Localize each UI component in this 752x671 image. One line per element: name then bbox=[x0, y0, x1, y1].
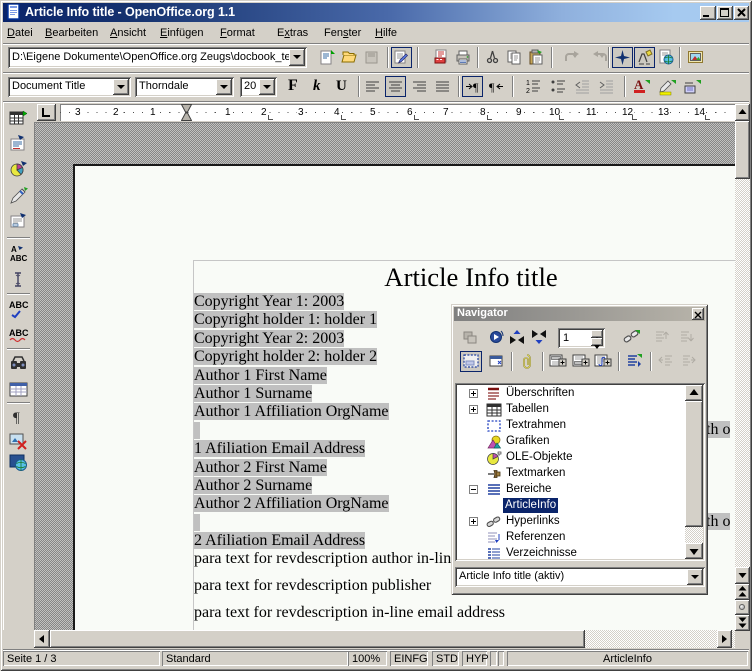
svg-text:ABC: ABC bbox=[10, 254, 28, 263]
svg-text:ABC: ABC bbox=[9, 300, 29, 310]
svg-text:¶: ¶ bbox=[473, 80, 479, 94]
svg-text:¶: ¶ bbox=[13, 410, 20, 426]
svg-text:1: 1 bbox=[526, 80, 530, 87]
svg-text:ABC: ABC bbox=[9, 328, 29, 338]
svg-text:¶: ¶ bbox=[489, 80, 495, 94]
svg-text:A: A bbox=[634, 78, 644, 92]
svg-text:2: 2 bbox=[526, 88, 530, 95]
svg-text:A: A bbox=[11, 245, 17, 254]
